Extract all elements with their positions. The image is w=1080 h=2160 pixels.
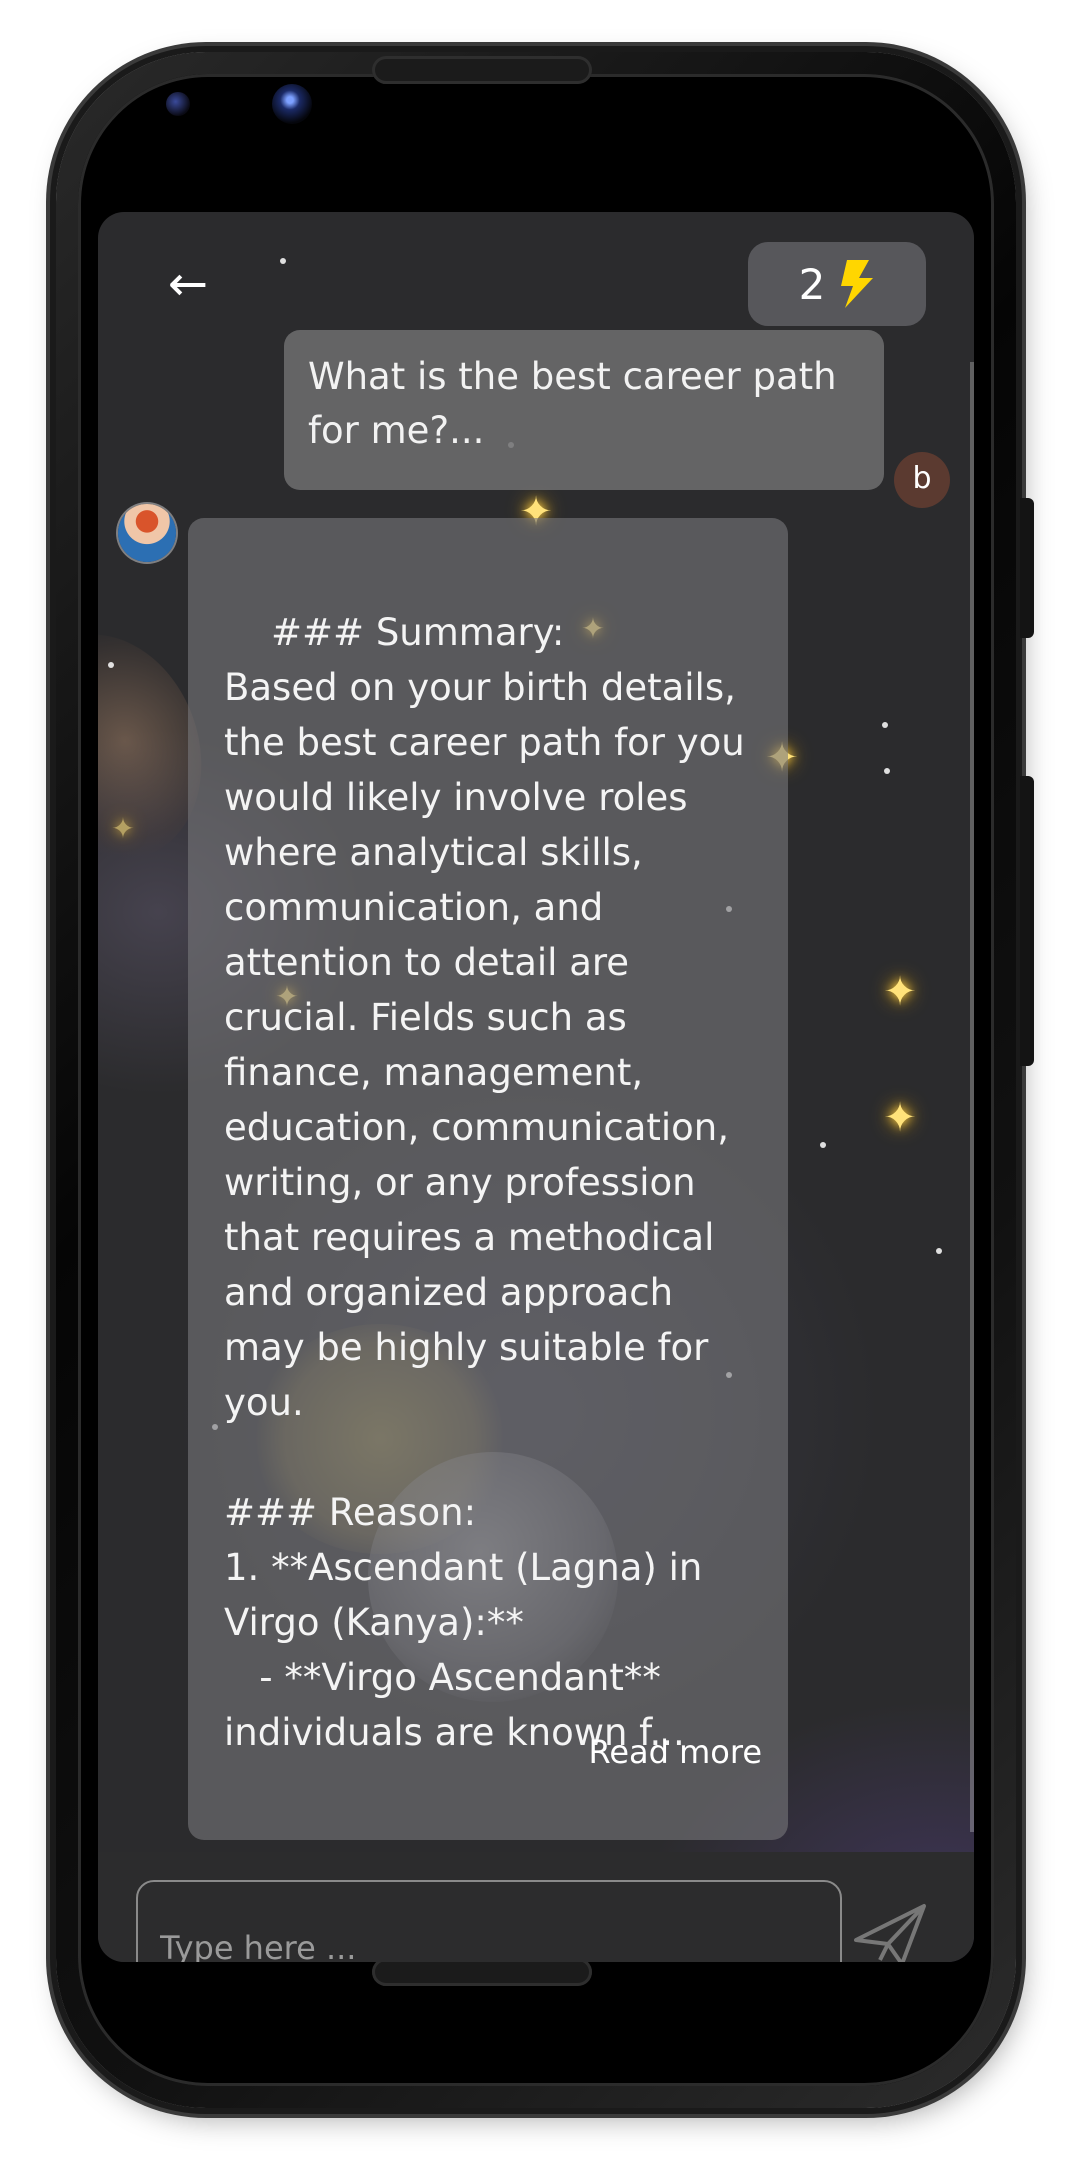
user-message-text: What is the best career path for me?... (308, 355, 837, 452)
credits-badge[interactable]: 2 (748, 242, 926, 326)
sparkle-decoration: ✦ (883, 969, 917, 1015)
proximity-sensor (166, 92, 190, 116)
star-decoration (882, 722, 888, 728)
back-arrow-icon[interactable]: ← (158, 254, 218, 314)
paper-plane-icon[interactable] (850, 1898, 930, 1962)
star-decoration (820, 1142, 826, 1148)
chat-screen: ✦ ✦ ✦ ✦ ✦ ✦ ✦ ← 2 What is the best caree… (98, 212, 974, 1962)
top-speaker (372, 56, 592, 84)
volume-button (1020, 776, 1034, 1066)
user-message-bubble: What is the best career path for me?... (284, 330, 884, 490)
sparkle-decoration: ✦ (111, 812, 135, 845)
bot-message-bubble: ### Summary: Based on your birth details… (188, 518, 788, 1840)
astrologer-avatar[interactable] (118, 504, 176, 562)
scrollbar[interactable] (970, 362, 974, 1832)
star-decoration (280, 258, 286, 264)
bottom-speaker (372, 1958, 592, 1986)
bot-message-text: ### Summary: Based on your birth details… (224, 611, 745, 1754)
user-avatar[interactable]: b (894, 452, 950, 508)
lightning-bolt-icon (841, 260, 874, 308)
star-decoration (936, 1248, 942, 1254)
power-button (1020, 498, 1034, 638)
read-more-link[interactable]: Read more (589, 1725, 762, 1780)
star-decoration (108, 662, 114, 668)
sparkle-decoration: ✦ (883, 1095, 917, 1141)
composer-bar (98, 1852, 974, 1962)
star-decoration (884, 768, 890, 774)
front-camera (272, 84, 312, 124)
credits-count: 2 (798, 259, 826, 309)
message-input[interactable] (136, 1880, 842, 1962)
